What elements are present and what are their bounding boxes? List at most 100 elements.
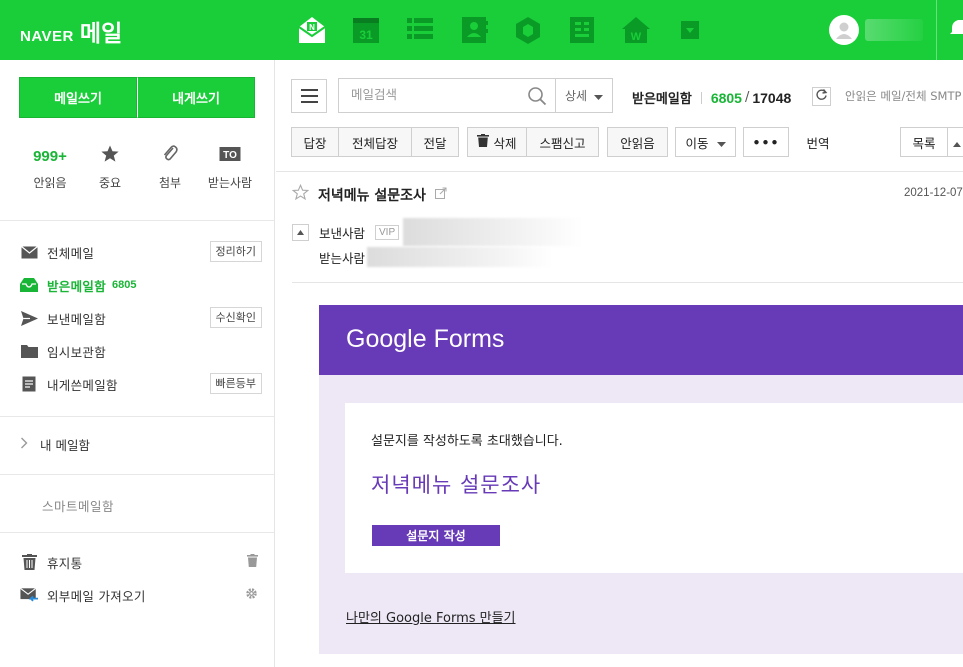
folder-label: 임시보관함 (47, 344, 107, 360)
sidebar-item-sent[interactable]: 보낸메일함 수신확인 (20, 307, 262, 329)
mail-date: 2021-12-07 (904, 187, 963, 199)
mark-unread-button[interactable]: 안읽음 (607, 127, 668, 157)
hamburger-icon (300, 89, 318, 91)
folder-label: 받은메일함 (47, 278, 107, 294)
read-receipt-button[interactable]: 수신확인 (209, 307, 262, 328)
open-new-window-icon[interactable] (434, 187, 447, 203)
envelope-icon (20, 244, 38, 260)
clip-icon (161, 144, 179, 168)
notification-icon[interactable] (950, 18, 963, 38)
naver-mail-logo[interactable]: NAVER 메일 (20, 14, 122, 48)
sidebar-divider (0, 220, 274, 221)
organize-button[interactable]: 정리하기 (209, 241, 262, 262)
app-launcher: N 31 W (285, 14, 717, 46)
quick-attachment-label: 첨부 (158, 176, 182, 190)
sidebar-item-external-mail[interactable]: 외부메일 가져오기 (20, 584, 262, 606)
sidebar-item-all-mail[interactable]: 전체메일 정리하기 (20, 241, 262, 263)
detail-search-button[interactable]: 상세 (555, 78, 613, 113)
forward-button[interactable]: 전달 (411, 127, 459, 157)
address-book-app-icon[interactable] (447, 14, 501, 46)
mail-wordmark: 메일 (79, 21, 123, 47)
gear-icon[interactable] (245, 587, 258, 604)
sidebar: 메일쓰기 내게쓰기 999+ 안읽음 중요 첨부 TO 받는사람 전체메일 정리… (0, 60, 275, 667)
folder-label: 외부메일 가져오기 (47, 588, 146, 604)
avatar[interactable] (829, 15, 859, 45)
list-button[interactable]: 목록 (900, 127, 948, 157)
mail-subject: 저녁메뉴 설문조사 (318, 187, 426, 204)
smart-mailbox[interactable]: 스마트메일함 (42, 496, 114, 515)
contacts-app-icon[interactable] (393, 14, 447, 46)
translate-button[interactable]: 번역 (798, 127, 838, 157)
blog-app-icon[interactable]: W (609, 14, 663, 46)
spam-report-button[interactable]: 스팸신고 (526, 127, 599, 157)
quick-important[interactable]: 중요 (80, 144, 140, 191)
quick-unread[interactable]: 999+ 안읽음 (20, 144, 80, 191)
mail-search (338, 78, 556, 113)
quick-attachment[interactable]: 첨부 (140, 144, 200, 191)
refresh-button[interactable] (812, 87, 831, 106)
redacted-sender (403, 218, 584, 246)
more-actions-button[interactable]: ••• (743, 127, 789, 157)
calendar-app-icon[interactable]: 31 (339, 14, 393, 46)
recipient-row: 받는사람 (319, 247, 554, 267)
delete-button[interactable]: 삭제 (467, 127, 527, 157)
quick-filters: 999+ 안읽음 중요 첨부 TO 받는사람 (20, 144, 260, 191)
delete-label: 삭제 (493, 135, 517, 151)
star-icon (100, 144, 120, 168)
redacted-recipient (367, 247, 554, 267)
sidebar-item-trash[interactable]: 휴지통 (20, 551, 262, 573)
unread-count[interactable]: 6805 (711, 90, 742, 106)
my-mailbox-toggle[interactable]: 내 메일함 (20, 435, 90, 454)
total-count: 17048 (752, 89, 792, 106)
search-input[interactable] (351, 87, 521, 102)
move-button[interactable]: 이동 (675, 127, 736, 157)
write-buttons: 메일쓰기 내게쓰기 (19, 77, 255, 118)
quick-recipient-label: 받는사람 (207, 176, 253, 190)
sidebar-item-self-mail[interactable]: 내게쓴메일함 빠른등부 (20, 373, 262, 395)
from-label: 보낸사람 (319, 225, 366, 241)
caret-down-icon (716, 135, 726, 150)
memo-app-icon[interactable] (555, 14, 609, 46)
main-panel: 상세 받은메일함 6805 / 17048 안읽은 메일/전체 SMTP 가능 … (276, 60, 963, 667)
empty-trash-icon[interactable] (247, 554, 258, 571)
detail-label: 상세 (565, 89, 588, 103)
quick-important-label: 중요 (98, 176, 122, 190)
vip-badge[interactable]: VIP (375, 224, 400, 240)
fill-out-form-button[interactable]: 설문지 작성 (372, 525, 500, 546)
collapse-header-button[interactable] (292, 223, 309, 241)
to-label: 받는사람 (319, 250, 366, 266)
sidebar-divider (0, 532, 274, 533)
sidebar-divider (0, 474, 274, 475)
quick-attach-button[interactable]: 빠른등부 (209, 373, 262, 394)
previous-mail-button[interactable] (947, 127, 963, 157)
star-outline-icon[interactable] (291, 183, 310, 205)
user-profile[interactable] (829, 15, 923, 45)
svg-text:N: N (309, 23, 315, 32)
write-mail-button[interactable]: 메일쓰기 (19, 77, 137, 118)
more-apps-icon[interactable] (663, 14, 717, 46)
svg-text:31: 31 (359, 28, 373, 42)
sender-row: 보낸사람 VIP (292, 218, 584, 246)
write-to-self-button[interactable]: 내게쓰기 (137, 77, 255, 118)
google-forms-body: 설문지를 작성하도록 초대했습니다. 저녁메뉴 설문조사 설문지 작성 나만의 … (319, 375, 963, 654)
mail-app-icon[interactable]: N (285, 14, 339, 46)
redacted-username (865, 19, 923, 41)
move-label: 이동 (685, 135, 709, 151)
create-own-form-link[interactable]: 나만의 Google Forms 만들기 (346, 607, 516, 626)
refresh-icon (815, 88, 828, 105)
mybox-app-icon[interactable] (501, 14, 555, 46)
import-mail-icon (20, 587, 38, 603)
sidebar-divider (0, 416, 274, 417)
chevron-right-icon (20, 437, 28, 452)
invite-text: 설문지를 작성하도록 초대했습니다. (371, 434, 563, 449)
google-forms-logo: Google Forms (346, 325, 504, 354)
sidebar-item-inbox[interactable]: 받은메일함 6805 (20, 274, 262, 296)
menu-toggle-button[interactable] (291, 79, 327, 113)
logo-google-text: Google (346, 325, 427, 353)
quick-recipient[interactable]: TO 받는사람 (200, 144, 260, 191)
reply-all-button[interactable]: 전체답장 (338, 127, 412, 157)
sidebar-item-drafts[interactable]: 임시보관함 (20, 340, 262, 362)
inbox-unread-count: 6805 (112, 279, 137, 291)
reply-button[interactable]: 답장 (291, 127, 339, 157)
search-icon[interactable] (527, 86, 547, 110)
